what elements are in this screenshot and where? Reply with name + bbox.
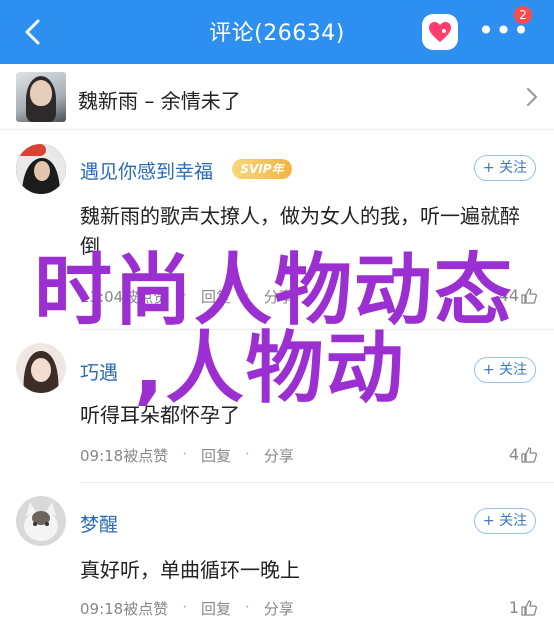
like-time: 09:18被点赞 — [80, 600, 169, 618]
avatar[interactable] — [16, 144, 66, 194]
page-title: 评论(26634) — [209, 21, 345, 46]
follow-button[interactable]: + 关注 — [474, 508, 536, 534]
like-time: 09:18被点赞 — [80, 447, 169, 465]
avatar[interactable] — [16, 343, 66, 393]
separator: · — [245, 286, 250, 304]
user-name[interactable]: 遇见你感到幸福 — [80, 157, 213, 184]
like-button[interactable]: 1 — [509, 598, 538, 617]
like-count: 4 — [508, 445, 519, 464]
comment-meta: 09:18被点赞 · 回复 · 分享 — [80, 445, 294, 466]
user-name[interactable]: 巧遇 — [80, 358, 118, 385]
song-row[interactable]: 魏新雨 – 余情未了 — [0, 64, 554, 130]
reply-button[interactable]: 回复 — [201, 445, 231, 466]
like-count: 1 — [508, 598, 519, 617]
chevron-right-icon — [524, 85, 540, 109]
notification-badge: 2 — [514, 6, 532, 24]
follow-button[interactable]: + 关注 — [474, 357, 536, 383]
comment-text: 真好听，单曲循环一晚上 — [80, 558, 300, 582]
like-button[interactable]: 44 — [499, 286, 538, 305]
divider — [80, 329, 554, 330]
separator: · — [245, 445, 250, 463]
avatar[interactable] — [16, 496, 66, 546]
separator: · — [182, 286, 188, 304]
share-button[interactable]: 分享 — [264, 286, 294, 307]
like-count: 44 — [498, 286, 519, 305]
like-button[interactable]: 4 — [509, 445, 538, 464]
comment-text: 魏新雨的歌声太撩人，做为女人的我，听一遍就醉倒 — [80, 204, 520, 258]
comment-item: 遇见你感到幸福 SVIP年 + 关注 魏新雨的歌声太撩人，做为女人的我，听一遍就… — [0, 140, 554, 330]
comment-item: 巧遇 + 关注 听得耳朵都怀孕了 09:18被点赞 · 回复 · 分享 4 — [0, 343, 554, 483]
share-button[interactable]: 分享 — [264, 598, 294, 619]
top-bar: 评论(26634) ••• 2 — [0, 0, 554, 64]
comment-meta: 13:04被点赞 · 回复 · 分享 — [80, 286, 294, 307]
comment-text: 听得耳朵都怀孕了 — [80, 403, 240, 427]
divider — [80, 482, 554, 483]
svip-badge: SVIP年 — [232, 159, 292, 179]
heart-icon — [429, 22, 451, 42]
separator: · — [182, 445, 188, 463]
song-title: 魏新雨 – 余情未了 — [78, 89, 241, 113]
comment-meta: 09:18被点赞 · 回复 · 分享 — [80, 598, 294, 619]
share-button[interactable]: 分享 — [264, 445, 294, 466]
comment-item: 梦醒 + 关注 真好听，单曲循环一晚上 09:18被点赞 · 回复 · 分享 1 — [0, 494, 554, 635]
thumbs-up-icon — [521, 446, 538, 463]
reply-button[interactable]: 回复 — [201, 598, 231, 619]
user-name[interactable]: 梦醒 — [80, 510, 118, 537]
separator: · — [245, 598, 250, 616]
album-cover — [16, 72, 66, 122]
separator: · — [182, 598, 188, 616]
follow-button[interactable]: + 关注 — [474, 155, 536, 181]
thumbs-up-icon — [521, 599, 538, 616]
reply-button[interactable]: 回复 — [201, 286, 231, 307]
thumbs-up-icon — [521, 287, 538, 304]
favorite-button[interactable] — [422, 14, 458, 50]
like-time: 13:04被点赞 — [80, 288, 169, 306]
